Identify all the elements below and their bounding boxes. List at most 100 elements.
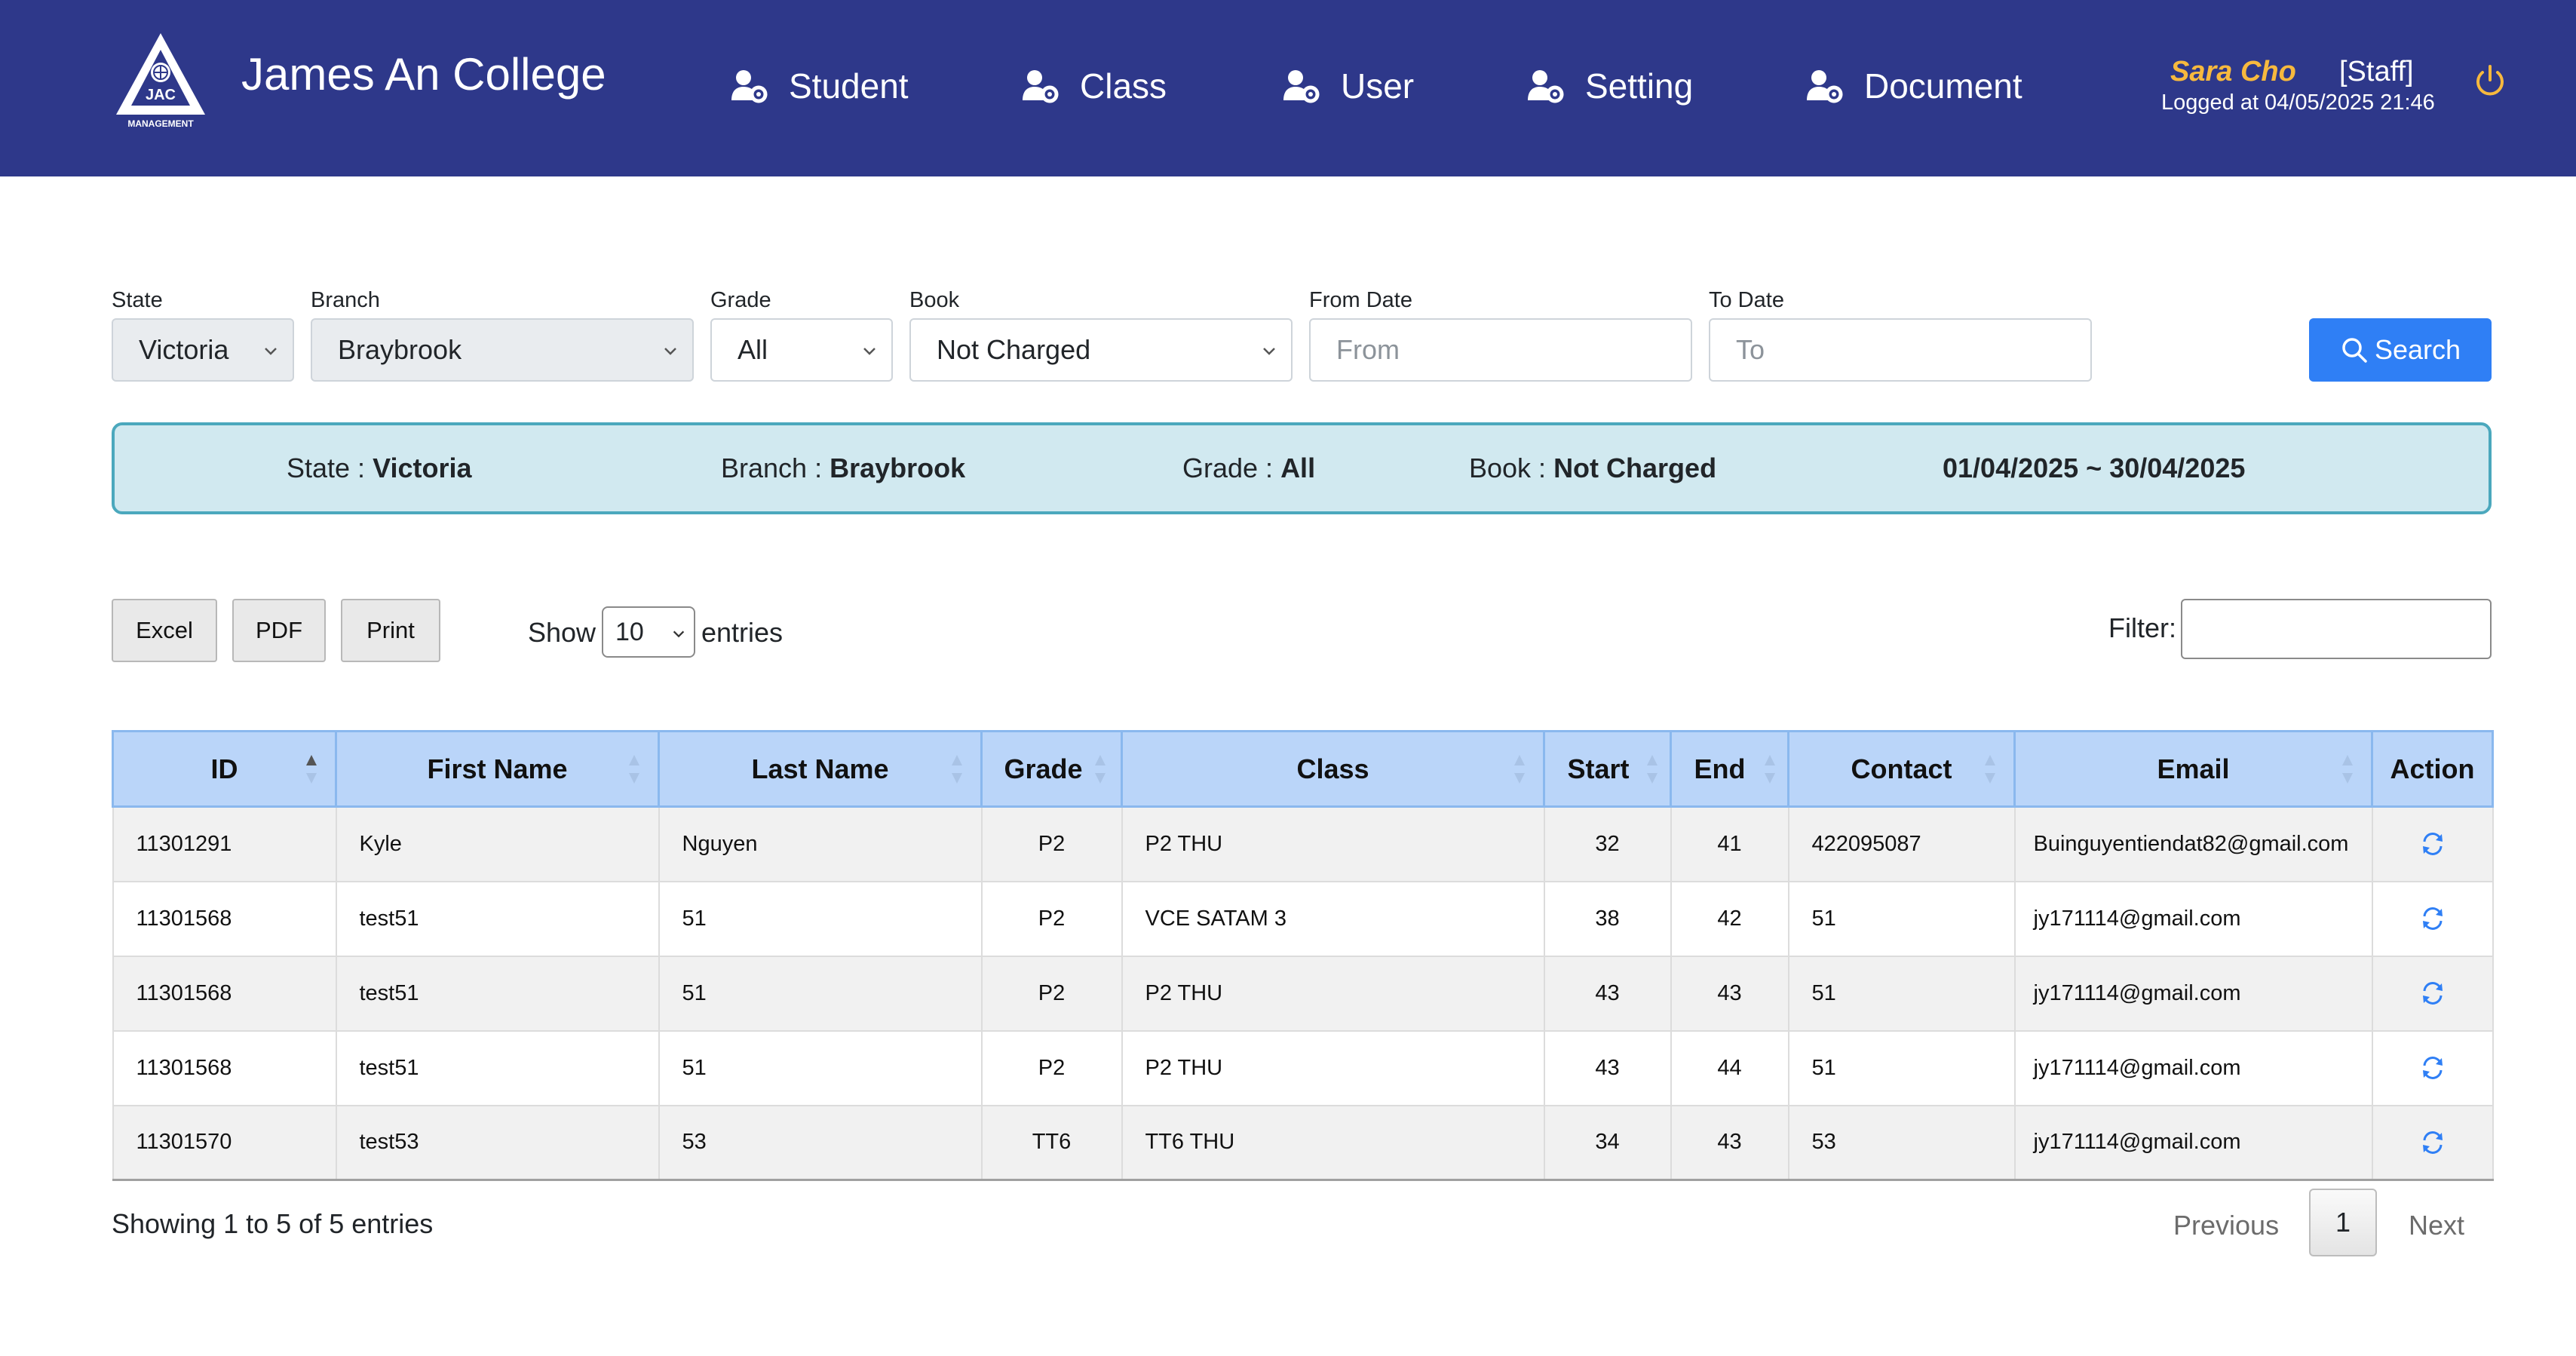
col-header-last-name[interactable]: Last Name [658,730,983,808]
sort-icon [2342,755,2353,784]
login-timestamp: Logged at 04/05/2025 21:46 [2161,91,2435,115]
table-row: 11301568 test51 51 P2 P2 THU 43 43 51 jy… [112,955,2494,1032]
col-header-action: Action [2371,730,2494,808]
to-date-input[interactable]: To [1709,318,2092,382]
logo-text: JAC [146,87,176,103]
cell-end: 43 [1670,955,1789,1032]
cell-start: 43 [1543,955,1672,1032]
top-navbar: JAC MANAGEMENT James An College Student … [0,0,2576,176]
cell-class: VCE SATAM 3 [1121,880,1545,957]
user-role: [Staff] [2339,56,2414,87]
cell-first-name: Kyle [335,805,660,882]
col-header-class[interactable]: Class [1121,730,1545,808]
book-select[interactable]: Not Charged [909,318,1293,382]
state-value: Victoria [139,334,229,365]
cell-action [2371,805,2494,882]
pagination-next[interactable]: Next [2409,1210,2464,1241]
cell-last-name: 51 [658,955,983,1032]
cell-class: TT6 THU [1121,1104,1545,1181]
logo-subtext: MANAGEMENT [127,118,194,129]
cell-grade: P2 [980,955,1123,1032]
cell-first-name: test51 [335,1029,660,1106]
col-header-start[interactable]: Start [1543,730,1672,808]
col-header-label: Action [2390,753,2475,784]
power-icon[interactable] [2473,63,2507,100]
results-table: ID First Name Last Name Grade Class Star… [112,730,2494,1181]
table-row: 11301570 test53 53 TT6 TT6 THU 34 43 53 … [112,1104,2494,1181]
excel-button[interactable]: Excel [112,599,217,662]
filter-input[interactable] [2181,599,2492,659]
nav-label: Document [1864,66,2022,106]
table-info: Showing 1 to 5 of 5 entries [112,1208,434,1239]
cell-email: jy171114@gmail.com [2013,1029,2373,1106]
refresh-icon[interactable] [2419,905,2446,932]
brand-title[interactable]: James An College [241,48,606,100]
summary-grade-value: All [1280,453,1316,483]
pagination-page-1[interactable]: 1 [2309,1189,2377,1256]
cell-id: 11301570 [112,1104,337,1181]
col-header-label: Class [1296,753,1369,784]
cell-class: P2 THU [1121,955,1545,1032]
cell-end: 44 [1670,1029,1789,1106]
nav-label: Student [789,66,909,106]
filter-summary: State : Victoria Branch : Braybrook Grad… [112,422,2492,514]
refresh-icon[interactable] [2419,1054,2446,1081]
refresh-icon[interactable] [2419,830,2446,857]
col-header-label: Grade [1004,753,1083,784]
filter-label: Filter: [2108,612,2176,643]
col-header-grade[interactable]: Grade [980,730,1123,808]
col-header-email[interactable]: Email [2013,730,2373,808]
book-value: Not Charged [937,334,1091,365]
entries-label: entries [701,617,784,648]
search-button[interactable]: Search [2309,318,2492,382]
nav-setting[interactable]: Setting [1526,62,1693,110]
nav-label: Class [1080,66,1167,106]
cell-grade: TT6 [980,1104,1123,1181]
sort-icon [1765,755,1775,784]
branch-select[interactable]: Braybrook [311,318,694,382]
cell-last-name: 51 [658,1029,983,1106]
cell-id: 11301568 [112,955,337,1032]
entries-select[interactable]: 10 [602,606,695,658]
nav-user[interactable]: User [1282,62,1414,110]
cell-action [2371,1029,2494,1106]
table-header-row: ID First Name Last Name Grade Class Star… [112,730,2494,808]
from-date-input[interactable]: From [1309,318,1692,382]
col-header-label: Last Name [751,753,889,784]
cell-action [2371,955,2494,1032]
nav-student[interactable]: Student [730,62,909,110]
col-header-contact[interactable]: Contact [1787,730,2016,808]
cell-contact: 51 [1787,955,2016,1032]
col-header-id[interactable]: ID [112,730,337,808]
col-header-first-name[interactable]: First Name [335,730,660,808]
refresh-icon[interactable] [2419,1129,2446,1156]
state-select[interactable]: Victoria [112,318,294,382]
nav-document[interactable]: Document [1805,62,2022,110]
col-header-label: Email [2157,753,2230,784]
cell-email: jy171114@gmail.com [2013,955,2373,1032]
cell-last-name: 51 [658,880,983,957]
nav-class[interactable]: Class [1021,62,1167,110]
logged-time: 04/05/2025 21:46 [2265,91,2435,115]
refresh-icon[interactable] [2419,980,2446,1007]
chevron-down-icon [673,630,685,638]
summary-book-value: Not Charged [1553,453,1717,483]
print-button[interactable]: Print [341,599,440,662]
grade-select[interactable]: All [710,318,893,382]
from-date-label: From Date [1309,288,1412,312]
pdf-button[interactable]: PDF [232,599,326,662]
pagination-previous[interactable]: Previous [2173,1210,2279,1241]
summary-date-range: 01/04/2025 ~ 30/04/2025 [1943,453,2246,483]
col-header-label: First Name [427,753,568,784]
grade-value: All [738,334,768,365]
cell-contact: 51 [1787,880,2016,957]
chevron-down-icon [664,348,676,355]
jac-logo[interactable]: JAC MANAGEMENT [112,30,210,131]
col-header-label: Start [1567,753,1630,784]
cell-first-name: test51 [335,955,660,1032]
cell-last-name: Nguyen [658,805,983,882]
entries-value: 10 [615,617,644,646]
col-header-end[interactable]: End [1670,730,1789,808]
branch-label: Branch [311,288,380,312]
cell-start: 38 [1543,880,1672,957]
